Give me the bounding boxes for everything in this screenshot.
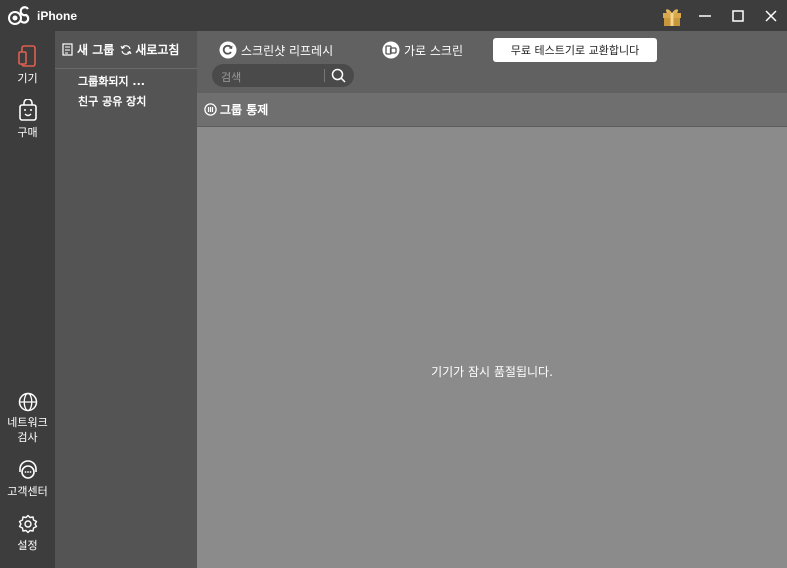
refresh-icon xyxy=(120,44,132,55)
nav-network-label-2: 검사 xyxy=(17,431,38,444)
logo-icon xyxy=(8,6,30,25)
close-icon xyxy=(764,9,777,22)
maximize-button[interactable] xyxy=(721,0,754,31)
refresh-label: 새로고침 xyxy=(135,43,180,57)
app-logo: iPhone xyxy=(6,4,77,28)
empty-message: 기기가 잠시 품절됩니다. xyxy=(431,365,553,379)
group-item-ungrouped[interactable]: 그룹화되지 ... xyxy=(55,72,197,92)
new-group-icon xyxy=(62,43,73,56)
nav-settings-label: 설정 xyxy=(17,539,38,552)
device-area: 기기가 잠시 품절됩니다. xyxy=(197,127,787,568)
toolbar: 스크린샷 리프레시 가로 스크린 무료 테스트기로 교환합니다 검색 xyxy=(197,31,787,93)
landscape-label: 가로 스크린 xyxy=(404,43,464,58)
gear-icon xyxy=(18,514,37,534)
search-icon[interactable] xyxy=(331,68,346,83)
landscape-icon xyxy=(382,41,400,59)
logo-text: iPhone xyxy=(37,9,78,23)
minimize-icon xyxy=(698,14,711,17)
screenshot-refresh-label: 스크린샷 리프레시 xyxy=(241,43,334,58)
shopping-bag-icon xyxy=(18,99,37,121)
refresh-button[interactable]: 새로고침 xyxy=(120,41,179,58)
nav-devices[interactable]: 기기 xyxy=(0,45,55,86)
nav-support[interactable]: 고객센터 xyxy=(0,460,55,499)
search-placeholder: 검색 xyxy=(221,71,242,84)
landscape-button[interactable]: 가로 스크린 xyxy=(382,39,463,61)
nav-settings[interactable]: 설정 xyxy=(0,514,55,553)
globe-icon xyxy=(18,392,37,412)
group-control-bar[interactable]: 그룹 통제 xyxy=(197,93,787,127)
groups-header: 새 그룹 새로고침 xyxy=(55,31,197,69)
headset-icon xyxy=(18,460,37,479)
free-trial-exchange-button[interactable]: 무료 테스트기로 교환합니다 xyxy=(493,38,657,62)
nav-purchase[interactable]: 구매 xyxy=(0,99,55,140)
nav-network-label-1: 네트워크 xyxy=(7,416,48,429)
nav-purchase-label: 구매 xyxy=(17,126,38,139)
group-control-icon xyxy=(204,103,217,116)
nav-devices-label: 기기 xyxy=(17,72,38,85)
title-bar: iPhone xyxy=(0,0,787,31)
gift-button[interactable] xyxy=(655,0,688,31)
nav-support-label: 고객센터 xyxy=(7,485,48,498)
close-button[interactable] xyxy=(754,0,787,31)
search-input[interactable]: 검색 xyxy=(212,64,354,87)
screenshot-refresh-icon xyxy=(219,41,237,59)
groups-panel: 새 그룹 새로고침 그룹화되지 ... 친구 공유 장치 xyxy=(55,31,197,568)
search-divider xyxy=(324,69,325,82)
new-group-button[interactable]: 새 그룹 xyxy=(62,41,114,58)
group-control-label: 그룹 통제 xyxy=(220,103,269,117)
screenshot-refresh-button[interactable]: 스크린샷 리프레시 xyxy=(219,39,333,61)
minimize-button[interactable] xyxy=(688,0,721,31)
gift-icon xyxy=(662,8,681,26)
maximize-icon xyxy=(731,9,744,22)
left-nav: 기기 구매 네트워크 검사 고객센터 설정 xyxy=(0,31,55,568)
group-item-friend-shared[interactable]: 친구 공유 장치 xyxy=(55,92,197,112)
phone-icon xyxy=(17,45,36,67)
new-group-label: 새 그룹 xyxy=(77,43,115,57)
nav-network-check[interactable]: 네트워크 검사 xyxy=(0,392,55,445)
